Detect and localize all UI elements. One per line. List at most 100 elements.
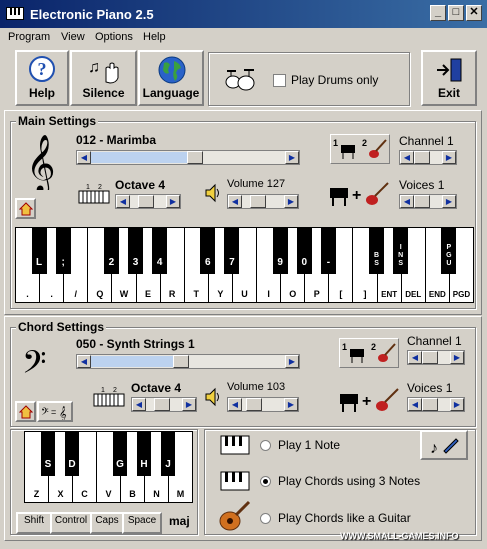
- chord-volume-slider[interactable]: ◀ ▶: [227, 397, 299, 412]
- black-key-label: 2: [108, 257, 115, 269]
- language-button[interactable]: Language: [138, 50, 204, 106]
- chord-channel-slider[interactable]: ◀ ▶: [407, 350, 465, 365]
- music-notes-hand-icon: ♫: [88, 59, 119, 84]
- white-key-label: ENT: [381, 290, 398, 299]
- white-key-label: /: [74, 289, 77, 299]
- keyboard-octave-icon: 1 2: [93, 387, 125, 407]
- main-volume-label: Volume 127: [227, 178, 286, 190]
- white-key-label: B: [129, 489, 136, 499]
- chord-instrument-slider[interactable]: ◀ ▶: [76, 354, 300, 369]
- chord-notes-button[interactable]: ♪: [420, 430, 468, 460]
- black-key[interactable]: D: [64, 431, 80, 476]
- piano-icon: 1: [333, 138, 355, 159]
- main-instrument-slider[interactable]: ◀ ▶: [76, 150, 300, 165]
- icon-number: 1: [342, 342, 347, 352]
- white-key-label: E: [145, 289, 152, 299]
- svg-text:𝄢: 𝄢: [22, 345, 46, 385]
- black-key[interactable]: H: [136, 431, 152, 476]
- help-button[interactable]: ? Help: [15, 50, 69, 106]
- black-key[interactable]: -: [320, 227, 336, 275]
- shift-button[interactable]: Shift: [16, 512, 52, 534]
- black-key[interactable]: L: [31, 227, 47, 275]
- black-key-label: L: [36, 257, 43, 269]
- menu-options[interactable]: Options: [95, 31, 133, 43]
- slider-right-arrow-icon[interactable]: ▶: [285, 151, 299, 164]
- black-key[interactable]: 9: [272, 227, 288, 275]
- play-chords-guitar-radio[interactable]: [260, 513, 271, 524]
- white-key-label: DEL: [405, 290, 422, 299]
- black-key[interactable]: P G U: [441, 227, 457, 275]
- slider-thumb[interactable]: [187, 151, 203, 164]
- black-key-label: 0: [301, 257, 308, 269]
- caps-button[interactable]: Caps: [90, 512, 124, 534]
- help-label: Help: [28, 86, 55, 100]
- black-key[interactable]: 2: [103, 227, 119, 275]
- minimize-button[interactable]: _: [430, 5, 446, 21]
- drums-checkbox[interactable]: [273, 74, 286, 87]
- main-channel-label: Channel 1: [399, 134, 454, 148]
- black-key[interactable]: S: [40, 431, 56, 476]
- drums-panel: Play Drums only: [208, 52, 410, 106]
- black-key-label: 3: [132, 257, 139, 269]
- silence-button[interactable]: ♫ Silence: [70, 50, 137, 106]
- control-button[interactable]: Control: [50, 512, 92, 534]
- menu-help[interactable]: Help: [143, 31, 166, 43]
- slider-fill: [91, 152, 191, 163]
- white-key-label: V: [105, 489, 112, 499]
- main-channel-toggle[interactable]: 1 2: [330, 134, 390, 164]
- chord-channel-label: Channel 1: [407, 334, 462, 348]
- white-key-label: C: [81, 489, 88, 499]
- drums-icon: [225, 69, 255, 91]
- black-key-label: 7: [229, 257, 235, 269]
- main-home-button[interactable]: [15, 198, 36, 219]
- white-key-label: .: [50, 289, 53, 299]
- black-key[interactable]: J: [160, 431, 176, 476]
- drums-label: Play Drums only: [291, 73, 379, 87]
- main-octave-slider[interactable]: ◀ ▶: [115, 194, 181, 209]
- chord-channel-toggle[interactable]: 1 2: [339, 338, 399, 368]
- main-volume-slider[interactable]: ◀ ▶: [227, 194, 299, 209]
- black-key[interactable]: I N S: [393, 227, 409, 275]
- chord-voices-slider[interactable]: ◀ ▶: [407, 397, 465, 412]
- slider-left-arrow-icon[interactable]: ◀: [77, 151, 91, 164]
- guitar-icon: [219, 500, 251, 531]
- piano-icon: 1: [342, 342, 364, 363]
- exit-button[interactable]: Exit: [421, 50, 477, 106]
- main-channel-slider[interactable]: ◀ ▶: [399, 150, 457, 165]
- black-key[interactable]: G: [112, 431, 128, 476]
- black-key[interactable]: 0: [296, 227, 312, 275]
- white-key-label: O: [289, 289, 297, 299]
- close-button[interactable]: ✕: [466, 5, 482, 21]
- play-1-note-radio[interactable]: [260, 440, 271, 451]
- main-instrument-name: 012 - Marimba: [76, 133, 157, 147]
- white-key-label: .: [26, 289, 29, 299]
- black-key-label: 6: [205, 257, 211, 269]
- svg-text:+: +: [352, 187, 361, 204]
- main-octave-label: Octave 4: [115, 178, 166, 192]
- black-key[interactable]: 3: [128, 227, 143, 275]
- play-chords-3-notes-radio[interactable]: [260, 476, 271, 487]
- main-voices-slider[interactable]: ◀ ▶: [399, 194, 457, 209]
- black-key[interactable]: ;: [55, 227, 71, 275]
- black-key[interactable]: 7: [224, 227, 240, 275]
- menu-program[interactable]: Program: [8, 31, 50, 43]
- black-key[interactable]: B S: [369, 227, 385, 275]
- black-key-label: ;: [61, 257, 65, 269]
- menu-view[interactable]: View: [61, 31, 85, 43]
- maximize-button[interactable]: □: [448, 5, 464, 21]
- black-key[interactable]: 6: [200, 227, 216, 275]
- chord-home-button[interactable]: [15, 401, 36, 422]
- black-key[interactable]: 4: [152, 227, 168, 275]
- clef-switch-button[interactable]: 𝄢 = 𝄞: [37, 401, 73, 422]
- chord-settings-title: Chord Settings: [16, 320, 106, 334]
- black-key-label: G: [116, 458, 124, 470]
- white-key-label: T: [193, 289, 200, 299]
- globe-icon: [158, 56, 186, 84]
- black-key-label: J: [165, 458, 171, 470]
- main-settings-title: Main Settings: [16, 114, 99, 128]
- white-key-label: N: [153, 489, 160, 499]
- svg-text:𝄞: 𝄞: [26, 134, 54, 190]
- chord-octave-slider[interactable]: ◀ ▶: [131, 397, 197, 412]
- space-button[interactable]: Space: [122, 512, 162, 534]
- keyboard-icon: [220, 471, 250, 491]
